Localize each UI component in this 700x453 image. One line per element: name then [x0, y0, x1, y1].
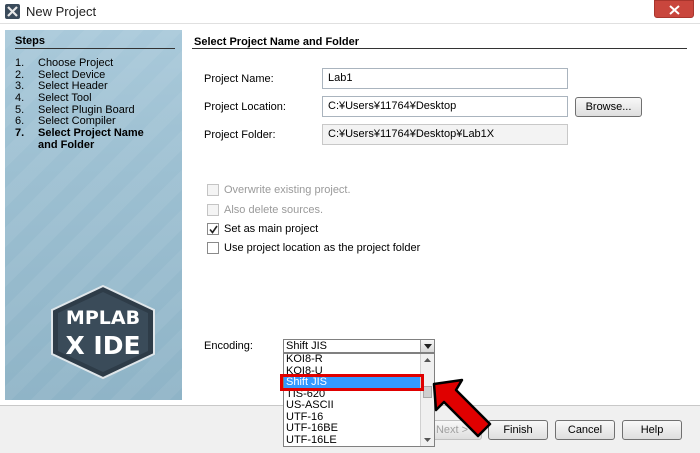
delete-sources-label: Also delete sources.: [224, 204, 324, 216]
encoding-option[interactable]: UTF-16BE: [284, 422, 422, 435]
encoding-dropdown-toggle[interactable]: [420, 340, 434, 352]
overwrite-checkbox: [207, 184, 219, 196]
project-name-label: Project Name:: [204, 73, 274, 85]
encoding-label: Encoding:: [204, 340, 253, 352]
project-folder-field: C:¥Users¥11764¥Desktop¥Lab1X: [322, 124, 568, 145]
use-location-checkbox-row[interactable]: Use project location as the project fold…: [207, 241, 420, 255]
steps-sidebar: Steps 1. Choose Project 2. Select Device 3…: [5, 30, 182, 400]
window-title: New Project: [26, 4, 97, 19]
wizard-panel: Select Project Name and Folder Project N…: [182, 30, 695, 400]
encoding-select[interactable]: Shift JIS: [283, 339, 435, 353]
encoding-dropdown-list[interactable]: KOI8-R KOI8-U Shift JIS TIS-620 US-ASCII…: [283, 353, 435, 447]
set-main-checkbox[interactable]: [207, 223, 219, 235]
project-location-label: Project Location:: [204, 101, 286, 113]
encoding-options: KOI8-R KOI8-U Shift JIS TIS-620 US-ASCII…: [284, 354, 422, 446]
title-divider: [192, 48, 687, 49]
svg-text:MPLAB: MPLAB: [66, 307, 140, 329]
close-icon: [669, 5, 680, 15]
delete-sources-checkbox: [207, 204, 219, 216]
mplab-x-icon: [5, 4, 20, 19]
page-title: Select Project Name and Folder: [194, 36, 360, 48]
title-bar: New Project: [0, 0, 700, 24]
help-button[interactable]: Help: [622, 420, 682, 440]
use-location-label: Use project location as the project fold…: [224, 242, 421, 254]
encoding-option[interactable]: UTF-16LE: [284, 434, 422, 447]
project-location-input[interactable]: C:¥Users¥11764¥Desktop: [322, 96, 568, 117]
steps-list: 1. Choose Project 2. Select Device 3. Selec…: [15, 57, 144, 152]
checkmark-icon: [209, 225, 218, 234]
overwrite-label: Overwrite existing project.: [224, 184, 351, 196]
steps-heading: Steps: [15, 35, 45, 47]
cancel-button[interactable]: Cancel: [555, 420, 615, 440]
close-button[interactable]: [654, 0, 694, 18]
finish-button[interactable]: Finish: [488, 420, 548, 440]
annotation-highlight-box: [280, 374, 424, 391]
chevron-down-icon: [424, 344, 432, 349]
scrollbar-thumb[interactable]: [423, 386, 432, 398]
delete-sources-checkbox-row: Also delete sources.: [207, 203, 323, 217]
set-main-label: Set as main project: [224, 223, 319, 235]
browse-button[interactable]: Browse...: [575, 97, 642, 117]
svg-text:X IDE: X IDE: [65, 331, 140, 360]
use-location-checkbox[interactable]: [207, 242, 219, 254]
mplab-x-ide-logo: MPLAB X IDE: [51, 284, 155, 380]
step-item-current-cont: and Folder: [38, 138, 95, 151]
project-folder-label: Project Folder:: [204, 129, 276, 141]
scroll-up-icon[interactable]: [421, 354, 434, 366]
overwrite-checkbox-row: Overwrite existing project.: [207, 183, 351, 197]
encoding-selected-value: Shift JIS: [286, 340, 327, 352]
annotation-arrow-icon: [432, 378, 492, 438]
encoding-option[interactable]: US-ASCII: [284, 399, 422, 412]
encoding-option[interactable]: KOI8-R: [284, 354, 422, 366]
steps-divider: [15, 48, 175, 49]
set-main-checkbox-row[interactable]: Set as main project: [207, 222, 318, 236]
project-name-input[interactable]: Lab1: [322, 68, 568, 89]
